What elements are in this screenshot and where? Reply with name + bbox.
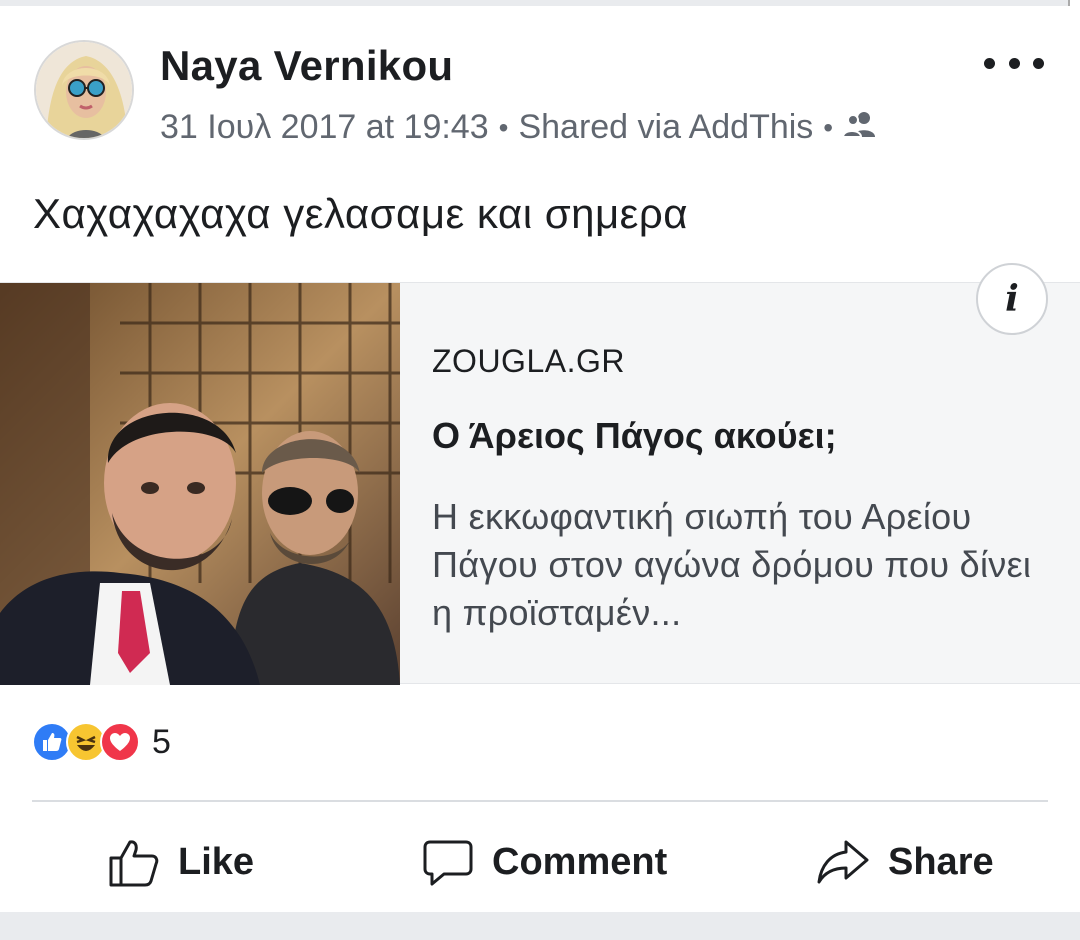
post-card: Naya Vernikou 31 Ιουλ 2017 at 19:43 • Sh… bbox=[0, 6, 1080, 912]
post-timestamp[interactable]: 31 Ιουλ 2017 at 19:43 bbox=[160, 108, 489, 147]
actions-divider bbox=[32, 800, 1048, 802]
shared-via-link[interactable]: Shared via AddThis bbox=[518, 108, 813, 147]
meta-separator: • bbox=[823, 111, 834, 143]
reaction-count: 5 bbox=[152, 722, 171, 761]
post-meta: 31 Ιουλ 2017 at 19:43 • Shared via AddTh… bbox=[160, 108, 877, 147]
author-avatar[interactable] bbox=[34, 40, 134, 140]
link-preview-card[interactable]: i ZOUGLA.GR Ο Άρειος Πάγος ακούει; Η εκκ… bbox=[0, 263, 1080, 685]
comment-bubble-icon bbox=[423, 840, 473, 886]
info-icon[interactable]: i bbox=[976, 263, 1048, 335]
more-options-icon[interactable] bbox=[984, 48, 1044, 78]
link-headline[interactable]: Ο Άρειος Πάγος ακούει; bbox=[432, 415, 837, 457]
love-reaction-icon bbox=[100, 722, 140, 762]
like-label: Like bbox=[178, 840, 255, 883]
comment-button[interactable]: Comment bbox=[422, 820, 667, 904]
post-actions-bar: Like Comment Share bbox=[0, 820, 1080, 904]
like-button[interactable]: Like bbox=[108, 820, 254, 904]
friends-icon[interactable] bbox=[842, 108, 877, 147]
link-domain: ZOUGLA.GR bbox=[432, 343, 625, 379]
post-status-text: Χαχαχαχαχα γελασαμε και σημερα bbox=[33, 190, 689, 237]
share-button[interactable]: Share bbox=[816, 820, 994, 904]
share-arrow-icon bbox=[817, 840, 869, 884]
reactions-summary[interactable]: 5 bbox=[32, 722, 171, 762]
meta-separator: • bbox=[498, 111, 509, 143]
thumbs-up-icon bbox=[109, 840, 159, 887]
link-description: Η εκκωφαντική σιωπή του Αρείου Πάγου στο… bbox=[432, 496, 1032, 633]
author-name[interactable]: Naya Vernikou bbox=[160, 42, 453, 90]
share-label: Share bbox=[888, 840, 994, 883]
comment-label: Comment bbox=[492, 840, 668, 883]
link-preview-image[interactable] bbox=[0, 283, 400, 685]
